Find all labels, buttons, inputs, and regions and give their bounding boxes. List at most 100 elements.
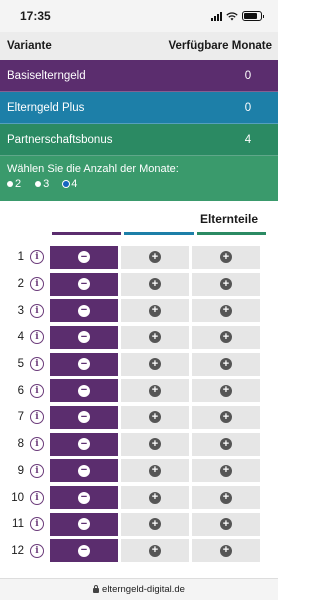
info-icon[interactable]: i — [30, 543, 44, 558]
partner-a-cell[interactable]: + — [121, 299, 189, 323]
url-bar[interactable]: elterngeld-digital.de — [0, 578, 278, 600]
variant-months: 4 — [244, 133, 252, 146]
info-icon[interactable]: i — [30, 277, 44, 292]
info-icon[interactable]: i — [30, 463, 44, 478]
info-icon[interactable]: i — [30, 330, 44, 345]
month-row: 7 i − + + — [0, 404, 278, 431]
partner-a-cell[interactable]: + — [121, 245, 189, 269]
partner-a-cell[interactable]: + — [121, 405, 189, 429]
minus-icon: − — [78, 304, 90, 317]
partner-a-cell[interactable]: + — [121, 272, 189, 296]
variant-list: Basiselterngeld 0 Elterngeld Plus 0 Partners… — [0, 60, 278, 156]
partner-b-cell[interactable]: + — [192, 486, 260, 510]
month-radio-2[interactable]: 2 — [7, 178, 21, 190]
partner-b-cell[interactable]: + — [192, 405, 260, 429]
plus-icon: + — [149, 304, 161, 317]
basis-cell[interactable]: − — [50, 299, 118, 323]
info-icon[interactable]: i — [30, 303, 44, 318]
column-color-bar — [124, 232, 194, 235]
partner-a-cell[interactable]: + — [121, 325, 189, 349]
partner-a-cell[interactable]: + — [121, 352, 189, 376]
partner-b-cell[interactable]: + — [192, 432, 260, 456]
info-icon[interactable]: i — [30, 437, 44, 452]
info-icon[interactable]: i — [30, 517, 44, 532]
variant-row: Elterngeld Plus 0 — [0, 92, 278, 124]
radio-button[interactable] — [35, 181, 42, 187]
partner-a-cell[interactable]: + — [121, 512, 189, 536]
month-row: 1 i − + + — [0, 244, 278, 271]
header-months: Verfügbare Monate — [168, 40, 272, 52]
month-number: 5 — [17, 358, 24, 371]
lock-icon — [93, 585, 100, 593]
plus-icon: + — [220, 331, 232, 344]
radio-label: 4 — [71, 178, 78, 190]
plus-icon: + — [149, 278, 161, 291]
month-number: 1 — [17, 251, 24, 264]
partner-b-cell[interactable]: + — [192, 325, 260, 349]
month-row: 2 i − + + — [0, 271, 278, 298]
month-row: 8 i − + + — [0, 431, 278, 458]
basis-cell[interactable]: − — [50, 379, 118, 403]
radio-button[interactable] — [63, 181, 70, 187]
radio-label: 2 — [15, 178, 22, 190]
partner-a-cell[interactable]: + — [121, 539, 189, 563]
partner-b-cell[interactable]: + — [192, 272, 260, 296]
partner-a-cell[interactable]: + — [121, 459, 189, 483]
basis-cell[interactable]: − — [50, 539, 118, 563]
partner-b-cell[interactable]: + — [192, 352, 260, 376]
partner-a-cell[interactable]: + — [121, 486, 189, 510]
partner-b-cell[interactable]: + — [192, 245, 260, 269]
info-icon[interactable]: i — [30, 383, 44, 398]
basis-cell[interactable]: − — [50, 245, 118, 269]
partner-b-cell[interactable]: + — [192, 379, 260, 403]
basis-cell[interactable]: − — [50, 405, 118, 429]
basis-cell[interactable]: − — [50, 512, 118, 536]
partner-a-cell[interactable]: + — [121, 379, 189, 403]
plus-icon: + — [149, 358, 161, 371]
partner-a-cell[interactable]: + — [121, 432, 189, 456]
info-icon[interactable]: i — [30, 490, 44, 505]
plus-icon: + — [220, 438, 232, 451]
plus-icon: + — [220, 464, 232, 477]
month-number: 4 — [17, 331, 24, 344]
minus-icon: − — [78, 491, 90, 504]
basis-cell[interactable]: − — [50, 486, 118, 510]
partner-b-cell[interactable]: + — [192, 459, 260, 483]
month-radio-4[interactable]: 4 — [63, 178, 77, 190]
plus-icon: + — [220, 518, 232, 531]
month-row: 5 i − + + — [0, 351, 278, 378]
minus-icon: − — [78, 331, 90, 344]
radio-button[interactable] — [7, 181, 13, 187]
info-icon[interactable]: i — [30, 250, 44, 265]
month-row: 11 i − + + — [0, 511, 278, 538]
plus-icon: + — [149, 331, 161, 344]
info-icon[interactable]: i — [30, 357, 44, 372]
month-row: 6 i − + + — [0, 377, 278, 404]
wifi-icon — [226, 11, 238, 20]
basis-cell[interactable]: − — [50, 272, 118, 296]
month-number: 6 — [17, 384, 24, 397]
month-radio-3[interactable]: 3 — [35, 178, 49, 190]
month-chooser: Wählen Sie die Anzahl der Monate: 2 3 4 — [0, 156, 278, 201]
partner-b-cell[interactable]: + — [192, 539, 260, 563]
basis-cell[interactable]: − — [50, 459, 118, 483]
basis-cell[interactable]: − — [50, 325, 118, 349]
partner-b-cell[interactable]: + — [192, 299, 260, 323]
column-color-bar — [52, 232, 122, 235]
month-row: 10 i − + + — [0, 484, 278, 511]
variant-months: 0 — [244, 101, 252, 114]
month-row: 9 i − + + — [0, 458, 278, 485]
plus-icon: + — [149, 438, 161, 451]
basis-cell[interactable]: − — [50, 352, 118, 376]
variant-name: Basiselterngeld — [7, 69, 86, 82]
month-number: 9 — [17, 464, 24, 477]
basis-cell[interactable]: − — [50, 432, 118, 456]
plus-icon: + — [149, 251, 161, 264]
minus-icon: − — [78, 464, 90, 477]
plus-icon: + — [149, 491, 161, 504]
signal-icon — [211, 11, 222, 21]
variant-months: 0 — [244, 69, 252, 82]
info-icon[interactable]: i — [30, 410, 44, 425]
partner-b-cell[interactable]: + — [192, 512, 260, 536]
radio-label: 3 — [43, 178, 50, 190]
